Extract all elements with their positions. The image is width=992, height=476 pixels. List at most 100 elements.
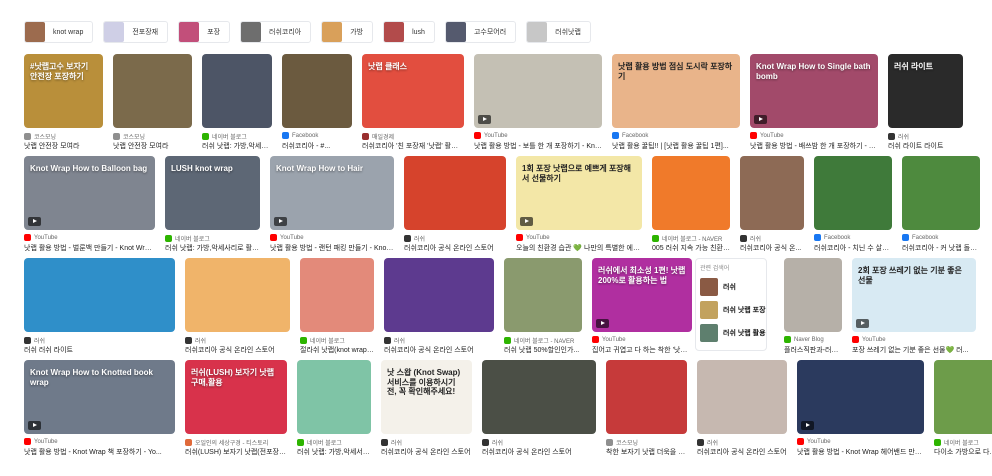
result-caption[interactable]: 러쉬코리아 - 치닌 수 살끝...	[814, 243, 892, 253]
image-result-tile[interactable]: 네이버 블로그 다이소 가방으로 다...	[934, 360, 992, 456]
result-thumbnail[interactable]: 러쉬(LUSH) 보자기 낫랩 구매,활용	[185, 360, 287, 434]
result-source[interactable]: YouTube	[592, 336, 692, 343]
result-source[interactable]: 러쉬	[697, 438, 787, 447]
image-result-tile[interactable]: 러쉬 러쉬코리아 공식 온라인 스토어	[697, 360, 787, 456]
result-caption[interactable]: 러쉬 라이트 라이트	[888, 141, 963, 151]
result-source[interactable]: 러쉬	[384, 336, 494, 345]
image-result-tile[interactable]: 러쉬에서 최소성 1편! 낫랩 200%로 활용하는 법 YouTube 집어고 귀…	[592, 258, 692, 354]
result-caption[interactable]: 러쉬 낫랩 50%할인인가...	[504, 345, 582, 355]
result-thumbnail[interactable]	[404, 156, 506, 230]
result-caption[interactable]: 러쉬 낫랩: 가방,악세서리,...	[202, 141, 272, 151]
image-result-tile[interactable]: 러쉬 러쉬 러쉬 라이트	[24, 258, 175, 354]
result-source[interactable]: 네이버 블로그	[934, 438, 992, 447]
image-result-tile[interactable]: 러쉬(LUSH) 보자기 낫랩 구매,활용 오일인의 세상구경 - 티스토리 러쉬(…	[185, 360, 287, 456]
result-thumbnail[interactable]: LUSH knot wrap	[165, 156, 260, 230]
result-caption[interactable]: 오늘의 친환경 습관 💚 나만의 특별한 에코백...	[516, 243, 642, 253]
result-thumbnail[interactable]	[697, 360, 787, 434]
image-result-tile[interactable]: Knot Wrap How to Hair YouTube 낫랩 활용 방법 - 랜…	[270, 156, 394, 252]
result-caption[interactable]: 러쉬코리아 - #...	[282, 141, 352, 151]
image-result-tile[interactable]: 러쉬 러쉬코리아 공식 온...	[740, 156, 804, 252]
result-caption[interactable]: 낫랩 활용 방법 - 랜턴 패킹 만들기 - Knot W...	[270, 243, 394, 253]
result-source[interactable]: 러쉬	[381, 438, 472, 447]
result-thumbnail[interactable]	[652, 156, 730, 230]
result-source[interactable]: YouTube	[474, 132, 602, 139]
result-thumbnail[interactable]: 2회 포장 쓰레기 없는 기분 좋은 선물	[852, 258, 976, 332]
result-caption[interactable]: 낫랩 활용 방법 - 벌룬백 만들기 - Knot Wrap ...	[24, 243, 155, 253]
image-result-tile[interactable]: 러쉬 러쉬코리아 공식 온라인 스토어	[404, 156, 506, 252]
result-thumbnail[interactable]	[297, 360, 371, 434]
result-caption[interactable]: 낫랩 활용 꿀팁!! | [낫랩 활용 꿀팁 1편]...	[612, 141, 740, 151]
image-result-tile[interactable]: Facebook 러쉬코리아 - 커 낫랩 돌가...	[902, 156, 980, 252]
result-source[interactable]: 코스모닝	[606, 438, 687, 447]
result-thumbnail[interactable]	[384, 258, 494, 332]
result-caption[interactable]: 러쉬코리아 공식 온라인 스토어	[185, 345, 290, 355]
result-thumbnail[interactable]	[185, 258, 290, 332]
result-thumbnail[interactable]: #낫랩고수 보자기 안전장 포장하기	[24, 54, 103, 128]
chip-knot-wrap[interactable]: knot wrap	[24, 21, 94, 43]
result-source[interactable]: YouTube	[24, 234, 155, 241]
result-caption[interactable]: 러쉬 낫랩: 가방,악세사리로 활용...	[165, 243, 260, 253]
result-source[interactable]: 네이버 블로그	[297, 438, 371, 447]
result-caption[interactable]: 낫랩 활용 방법 - Knot Wrap 책 포장하기 - Yo...	[24, 447, 175, 457]
result-source[interactable]: 러쉬	[482, 438, 596, 447]
result-thumbnail[interactable]: 1회 포장 낫랩으로 예쁘게 포장해서 선물하기	[516, 156, 642, 230]
result-caption[interactable]: 낫랩 활용 방법 - 보틀 한 개 포장하기 - Knot ...	[474, 141, 602, 151]
result-caption[interactable]: 러쉬코리아 공식 온라인 스토어	[384, 345, 494, 355]
result-caption[interactable]: 러쉬코리아 공식 온라인 스토어	[697, 447, 787, 457]
result-source[interactable]: 러쉬	[888, 132, 963, 141]
result-source[interactable]: YouTube	[750, 132, 878, 139]
image-result-tile[interactable]: 러쉬 러쉬코리아 공식 온라인 스토어	[384, 258, 494, 354]
result-thumbnail[interactable]: 러쉬 라이트	[888, 54, 963, 128]
result-source[interactable]: 코스모닝	[113, 132, 192, 141]
image-result-tile[interactable]: 2회 포장 쓰레기 없는 기분 좋은 선물 YouTube 포장 쓰레기 없는 기분…	[852, 258, 976, 354]
result-source[interactable]: YouTube	[516, 234, 642, 241]
result-source[interactable]: YouTube	[797, 438, 924, 445]
result-source[interactable]: 러쉬	[24, 336, 175, 345]
image-result-tile[interactable]: 러쉬 라이트러쉬 러쉬 라이트 라이트	[888, 54, 963, 150]
result-thumbnail[interactable]: 러쉬에서 최소성 1편! 낫랩 200%로 활용하는 법	[592, 258, 692, 332]
image-result-tile[interactable]: Facebook 러쉬코리아 - #...	[282, 54, 352, 150]
result-source[interactable]: YouTube	[270, 234, 394, 241]
result-caption[interactable]: 러쉬 러쉬 라이트	[24, 345, 175, 355]
result-source[interactable]: Facebook	[612, 132, 740, 139]
image-result-tile[interactable]: Knot Wrap How to Balloon bag YouTube 낫랩 활용…	[24, 156, 155, 252]
result-thumbnail[interactable]	[814, 156, 892, 230]
image-result-tile[interactable]: 1회 포장 낫랩으로 예쁘게 포장해서 선물하기 YouTube 오늘의 친환경 습…	[516, 156, 642, 252]
chip-wrapping[interactable]: 포장	[178, 21, 231, 43]
result-thumbnail[interactable]	[902, 156, 980, 230]
result-source[interactable]: YouTube	[24, 438, 175, 445]
result-source[interactable]: Naver Blog	[784, 336, 842, 343]
result-caption[interactable]: 플러스직판과-러쉬...	[784, 345, 842, 355]
result-caption[interactable]: 절라쉬 낫랩(knot wrap)...	[300, 345, 374, 355]
result-caption[interactable]: 러쉬코리아 공식 온라인 스토어	[381, 447, 472, 457]
image-result-tile[interactable]: YouTube 낫랩 활용 방법 - Knot Wrap 헤어밴드 만들기...	[797, 360, 924, 456]
result-caption[interactable]: 다이소 가방으로 다...	[934, 447, 992, 457]
related-search-item[interactable]: 러쉬 낫랩 활용	[700, 322, 766, 343]
result-source[interactable]: 네이버 블로그	[202, 132, 272, 141]
result-thumbnail[interactable]	[474, 54, 602, 128]
result-caption[interactable]: 러쉬코리아 - 커 낫랩 돌가...	[902, 243, 980, 253]
result-source[interactable]: 네이버 블로그 - NAVER	[504, 336, 582, 345]
result-thumbnail[interactable]: 낫랩 클래스	[362, 54, 464, 128]
result-thumbnail[interactable]: Knot Wrap How to Balloon bag	[24, 156, 155, 230]
result-caption[interactable]: 러쉬 낫랩: 가방,악세서리...	[297, 447, 371, 457]
result-thumbnail[interactable]	[504, 258, 582, 332]
image-result-tile[interactable]: #낫랩고수 보자기 안전장 포장하기 코스모닝 낫랩 안전장 모여라	[24, 54, 103, 150]
image-result-tile[interactable]: 낫랩 클래스 매일경제 러쉬코리아 '친 포장재 '낫랩' 활용법...	[362, 54, 464, 150]
result-thumbnail[interactable]	[202, 54, 272, 128]
chip-lush[interactable]: lush	[383, 21, 435, 43]
result-source[interactable]: YouTube	[852, 336, 976, 343]
image-result-tile[interactable]: 코스모닝 낫랩 안전장 모여라	[113, 54, 192, 150]
result-thumbnail[interactable]	[300, 258, 374, 332]
result-thumbnail[interactable]	[740, 156, 804, 230]
result-caption[interactable]: 러쉬코리아 공식 온라인 스토어	[482, 447, 596, 457]
result-caption[interactable]: 러쉬코리아 '친 포장재 '낫랩' 활용법...	[362, 141, 464, 151]
result-thumbnail[interactable]: 낫 스왑 (Knot Swap) 서비스를 이용하시기 전, 꼭 확인해주세요!	[381, 360, 472, 434]
result-thumbnail[interactable]: Knot Wrap How to Hair	[270, 156, 394, 230]
image-result-tile[interactable]: LUSH knot wrap 네이버 블로그 러쉬 낫랩: 가방,악세사리로 활용.…	[165, 156, 260, 252]
chip-eco-wrap[interactable]: 전포장재	[103, 21, 169, 43]
image-result-tile[interactable]: 낫 스왑 (Knot Swap) 서비스를 이용하시기 전, 꼭 확인해주세요!…	[381, 360, 472, 456]
image-result-tile[interactable]: Naver Blog 플러스직판과-러쉬...	[784, 258, 842, 354]
image-result-tile[interactable]: 네이버 블로그러쉬 낫랩: 가방,악세서리,...	[202, 54, 272, 150]
image-result-tile[interactable]: Knot Wrap How to Knotted book wrap YouTub…	[24, 360, 175, 456]
